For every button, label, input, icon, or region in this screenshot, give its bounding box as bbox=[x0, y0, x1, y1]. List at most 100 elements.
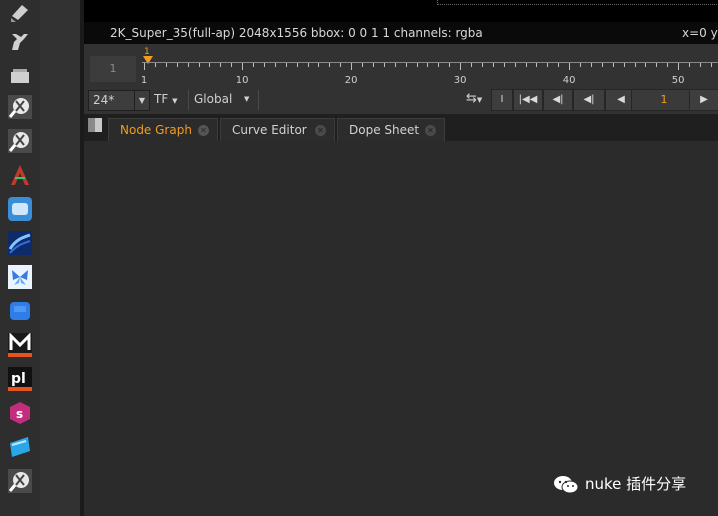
timeline-tick bbox=[547, 63, 549, 67]
chevron-down-icon: ▼ bbox=[134, 91, 149, 110]
cursor-coords: x=0 y bbox=[682, 26, 718, 40]
timeline-tick bbox=[471, 63, 472, 67]
node-graph-canvas[interactable] bbox=[84, 141, 718, 516]
globe-plugin-icon[interactable] bbox=[8, 95, 32, 119]
stack-icon[interactable] bbox=[8, 64, 32, 88]
timeline-tick bbox=[623, 63, 625, 67]
fps-dropdown[interactable]: 24* ▼ bbox=[88, 90, 150, 111]
tab-curve-editor[interactable]: Curve Editor ✕ bbox=[220, 118, 335, 141]
blue-cube-icon[interactable] bbox=[8, 299, 32, 323]
timecode-format-dropdown[interactable]: TF ▼ bbox=[154, 90, 177, 111]
timeline-tick-label: 50 bbox=[671, 75, 685, 86]
close-icon[interactable]: ✕ bbox=[425, 125, 436, 136]
timeline-tick bbox=[689, 63, 690, 67]
cloud-app-icon[interactable] bbox=[8, 197, 32, 221]
fps-value: 24* bbox=[93, 93, 115, 107]
close-icon[interactable]: ✕ bbox=[315, 125, 326, 136]
in-point-button[interactable]: I bbox=[491, 89, 513, 111]
timeline-tick bbox=[253, 63, 254, 67]
timeline-tick bbox=[220, 63, 222, 67]
panel-tab-bar: Node Graph ✕ Curve Editor ✕ Dope Sheet ✕ bbox=[84, 114, 718, 142]
timeline-tick bbox=[198, 63, 200, 67]
globe-plugin-icon[interactable] bbox=[8, 469, 32, 493]
panel-menu-icon[interactable] bbox=[88, 118, 102, 132]
timeline-tick bbox=[154, 63, 156, 67]
timeline-tick bbox=[427, 63, 429, 67]
frame-range-dropdown[interactable]: Global ▼ bbox=[194, 90, 256, 109]
first-frame-box[interactable]: 1 bbox=[90, 56, 136, 82]
close-icon[interactable]: ✕ bbox=[198, 125, 209, 136]
play-forward-icon[interactable]: ▶ bbox=[689, 89, 718, 111]
butterfly-icon[interactable] bbox=[8, 265, 32, 289]
timeline-tick bbox=[405, 63, 407, 67]
timeline-ruler[interactable]: 1 10 20 30 40 50 bbox=[141, 62, 718, 86]
timeline-tick bbox=[416, 63, 418, 67]
tab-label: Node Graph bbox=[120, 123, 192, 137]
blue-swirl-icon[interactable] bbox=[8, 231, 32, 255]
timeline-tick bbox=[492, 63, 494, 67]
timeline-tick bbox=[176, 63, 178, 67]
skip-to-start-icon[interactable]: |◀◀ bbox=[513, 89, 543, 111]
format-info: 2K_Super_35(full-ap) 2048x1556 bbox: 0 0… bbox=[110, 26, 483, 40]
timeline-tick bbox=[449, 63, 451, 67]
timeline-tick bbox=[394, 63, 396, 67]
pink-s-icon[interactable]: s bbox=[8, 401, 32, 425]
wechat-icon bbox=[554, 476, 579, 494]
timeline-tick bbox=[514, 63, 516, 67]
timeline-tick bbox=[187, 63, 189, 67]
divider bbox=[188, 90, 189, 110]
loop-mode-icon[interactable]: ⇆▼ bbox=[466, 91, 482, 106]
wrench-icon[interactable] bbox=[8, 30, 32, 54]
timeline-tick bbox=[525, 63, 527, 67]
timeline-tick bbox=[351, 63, 353, 70]
viewer-format-bounds bbox=[437, 0, 718, 5]
prev-keyframe-icon[interactable]: ◀| bbox=[543, 89, 573, 111]
timeline-tick bbox=[383, 63, 385, 67]
tab-label: Curve Editor bbox=[232, 123, 307, 137]
timeline-tick bbox=[590, 63, 592, 67]
timeline-tick bbox=[438, 63, 440, 67]
pl-logo-icon[interactable]: pl bbox=[8, 367, 32, 391]
timeline-tick bbox=[318, 63, 320, 67]
range-label: Global bbox=[194, 92, 233, 106]
timeline-tick bbox=[481, 63, 483, 67]
step-back-icon[interactable]: ◀| bbox=[573, 89, 605, 111]
timeline-tick-label: 1 bbox=[140, 75, 148, 86]
timeline-tick bbox=[634, 63, 636, 67]
timeline-tick-label: 30 bbox=[453, 75, 467, 86]
viewer-info-bar: 2K_Super_35(full-ap) 2048x1556 bbox: 0 0… bbox=[84, 22, 718, 44]
svg-text:s: s bbox=[16, 407, 23, 421]
current-frame-field[interactable]: 1 bbox=[631, 89, 697, 111]
timeline-tick bbox=[285, 63, 287, 67]
tab-node-graph[interactable]: Node Graph ✕ bbox=[108, 118, 218, 142]
timeline-tick bbox=[536, 63, 538, 67]
timeline-tick bbox=[601, 63, 603, 67]
playback-controls: 24* ▼ TF ▼ Global ▼ ⇆▼ I |◀◀ ◀| ◀| ◀ 1 ▶ bbox=[84, 86, 718, 114]
blue-card-icon[interactable] bbox=[8, 435, 32, 459]
svg-text:pl: pl bbox=[11, 371, 26, 387]
divider bbox=[258, 90, 259, 110]
globe-plugin-icon[interactable] bbox=[8, 129, 32, 153]
timeline-tick bbox=[372, 63, 374, 67]
red-a-icon[interactable] bbox=[8, 163, 32, 187]
timeline-tick bbox=[612, 63, 614, 67]
toolbar-gutter bbox=[40, 0, 80, 516]
timeline-tick bbox=[144, 63, 145, 70]
timeline-tick-label: 40 bbox=[562, 75, 576, 86]
timeline-tick bbox=[165, 63, 167, 67]
timeline-tick bbox=[558, 63, 560, 67]
paint-icon[interactable] bbox=[8, 2, 32, 26]
timeline-tick bbox=[209, 63, 211, 67]
timeline-tick bbox=[307, 63, 309, 67]
m-logo-icon[interactable] bbox=[8, 332, 32, 357]
tab-dope-sheet[interactable]: Dope Sheet ✕ bbox=[337, 118, 445, 141]
timeline-tick bbox=[263, 63, 265, 67]
watermark-text: nuke 插件分享 bbox=[585, 475, 687, 493]
chevron-down-icon: ▼ bbox=[244, 95, 250, 103]
timeline-tick-label: 20 bbox=[344, 75, 358, 86]
timeline-tick-label: 10 bbox=[235, 75, 249, 86]
timeline-tick bbox=[699, 63, 701, 67]
timeline-tick bbox=[340, 63, 342, 67]
timeline-tick bbox=[231, 63, 233, 67]
timeline-tick bbox=[710, 63, 712, 67]
